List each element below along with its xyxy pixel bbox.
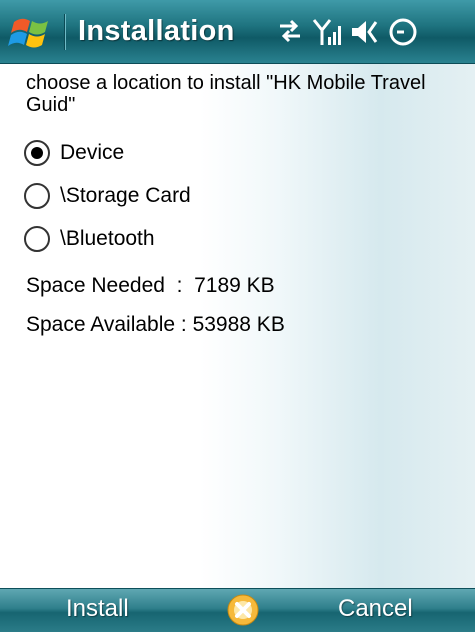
softkey-bar: Install Cancel (0, 588, 475, 632)
window-title: Installation (78, 15, 235, 47)
location-option-device[interactable]: Device (24, 136, 124, 170)
space-available-label: Space Available : (26, 313, 193, 336)
location-label-storage-card: \Storage Card (60, 184, 191, 207)
location-option-bluetooth[interactable]: \Bluetooth (24, 222, 155, 256)
space-needed-label: Space Needed : (26, 274, 195, 297)
location-option-storage-card[interactable]: \Storage Card (24, 179, 191, 213)
space-available-value: 53988 KB (192, 313, 285, 336)
connectivity-arrows-icon[interactable] (276, 17, 304, 45)
install-location-prompt: choose a location to install "HK Mobile … (26, 72, 426, 116)
signal-strength-icon[interactable] (312, 17, 344, 47)
location-label-device: Device (60, 141, 125, 164)
volume-icon[interactable] (350, 17, 382, 47)
close-x-icon[interactable] (226, 593, 260, 627)
location-label-bluetooth: \Bluetooth (60, 227, 155, 250)
radio-button[interactable] (24, 183, 50, 209)
title-bar: Installation (0, 0, 475, 64)
install-button[interactable]: Install (66, 595, 129, 623)
space-available-row: Space Available : 53988 KB (26, 313, 285, 337)
title-separator (64, 14, 66, 50)
radio-button[interactable] (24, 226, 50, 252)
space-needed-value: 7189 KB (194, 274, 275, 297)
space-needed-row: Space Needed : 7189 KB (26, 274, 275, 298)
clock-icon[interactable] (388, 17, 418, 47)
windows-start-icon[interactable] (8, 12, 56, 52)
cancel-button[interactable]: Cancel (338, 595, 413, 623)
radio-button-selected[interactable] (24, 140, 50, 166)
